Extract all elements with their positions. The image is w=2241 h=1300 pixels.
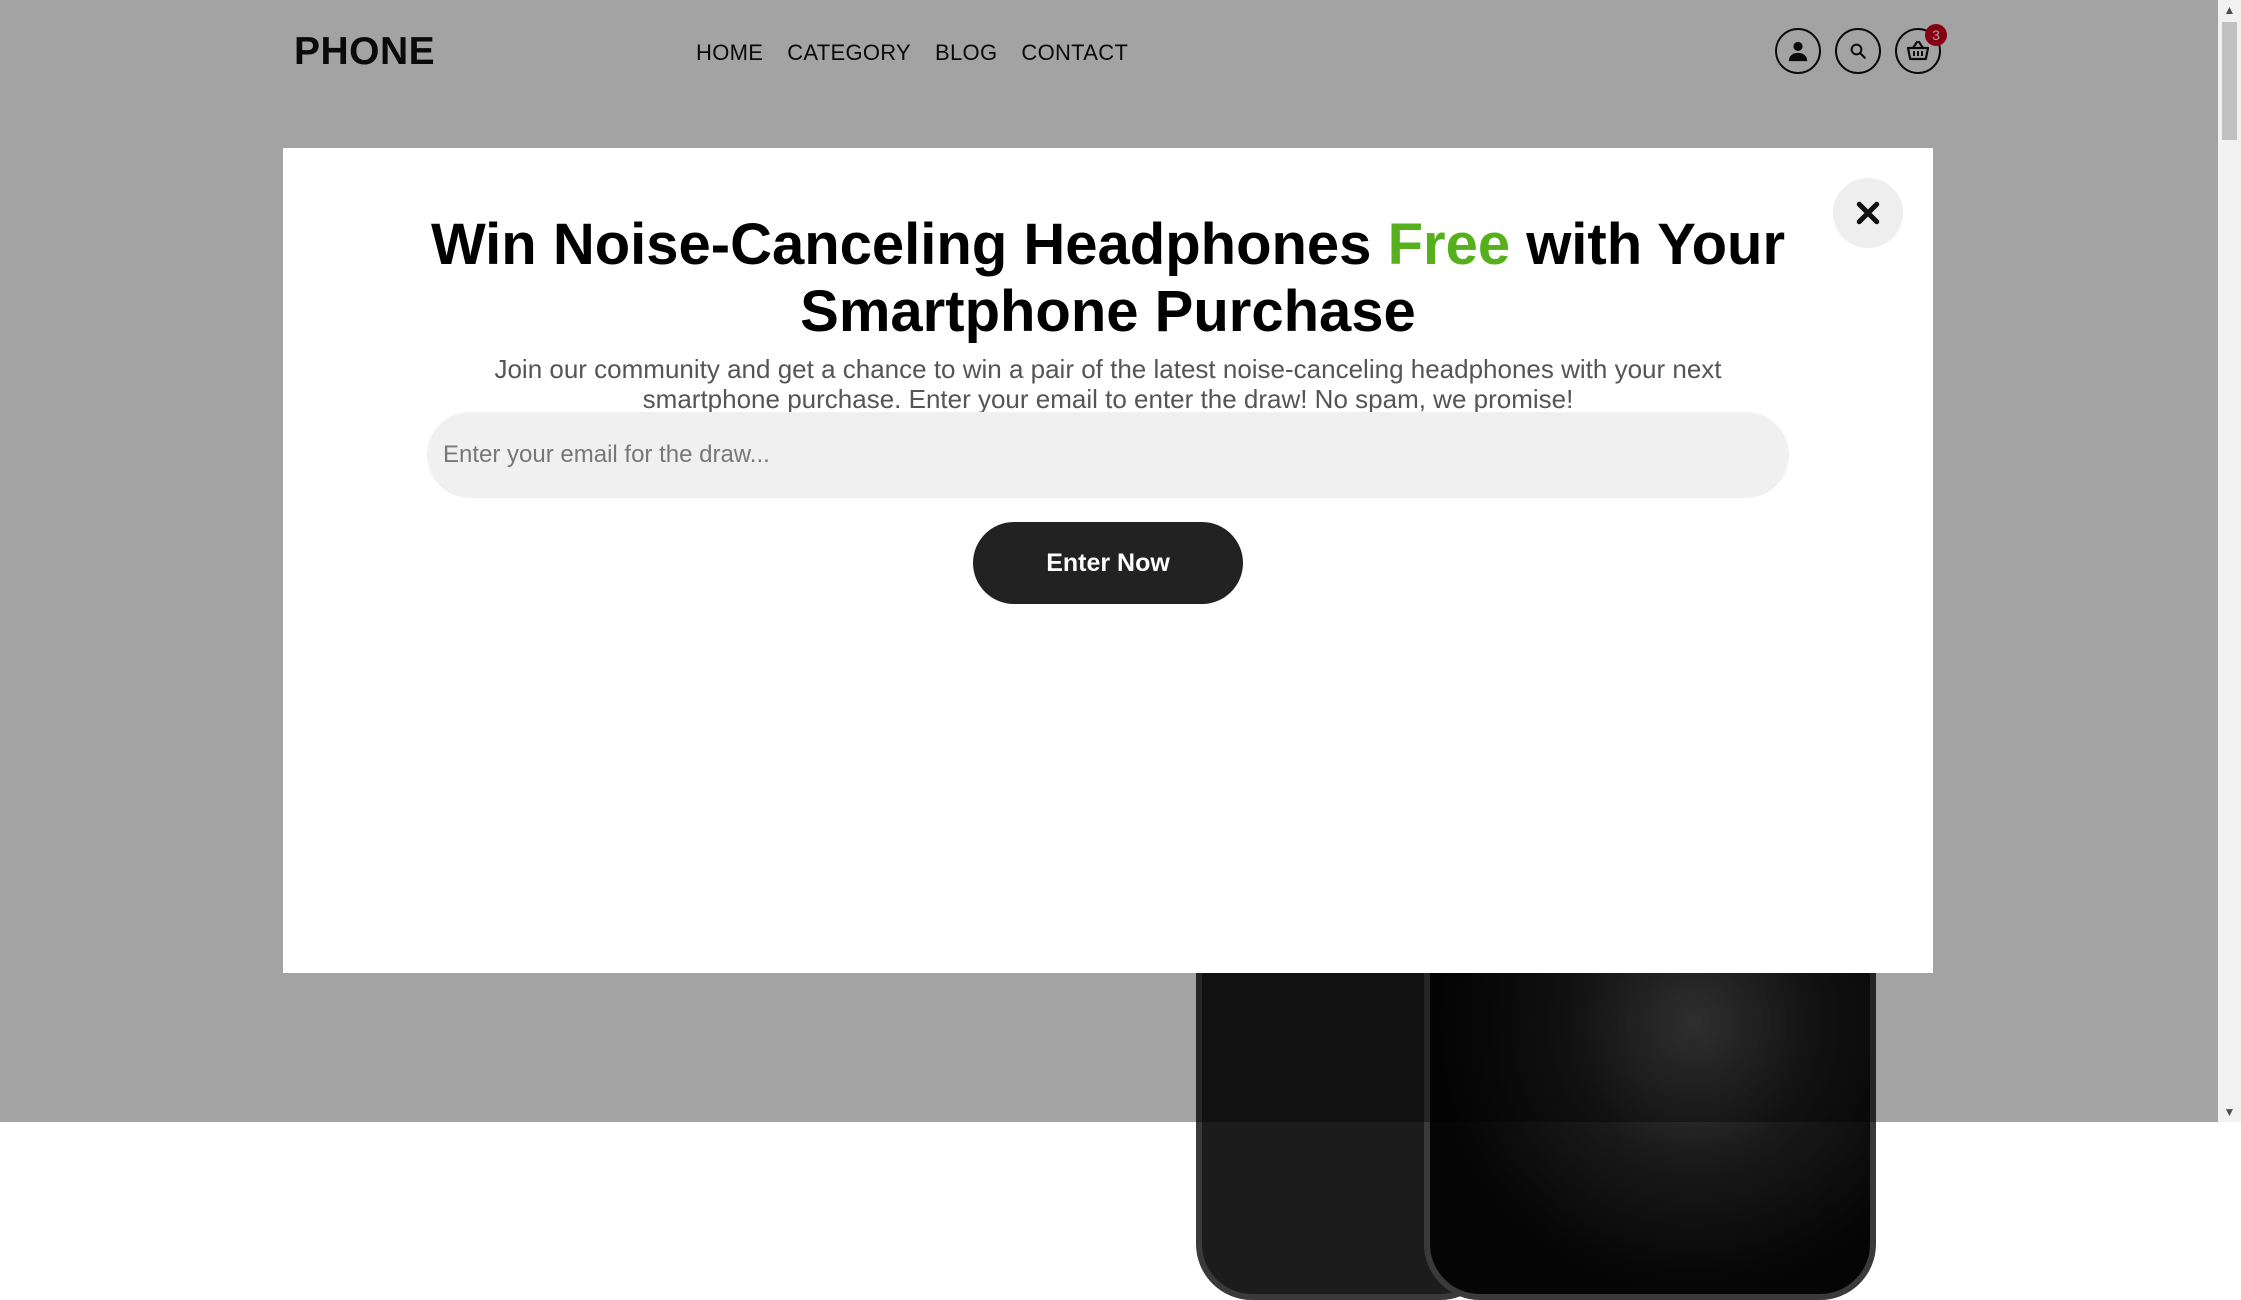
giveaway-popup: Win Noise-Canceling Headphones Free with… [283,148,1933,973]
headline-accent: Free [1387,211,1511,277]
popup-description: Join our community and get a chance to w… [494,354,1722,414]
enter-now-button[interactable]: Enter Now [973,522,1243,604]
scroll-thumb[interactable] [2222,22,2237,140]
scroll-down-arrow-icon[interactable]: ▼ [2218,1102,2241,1122]
headline-text-1: Win Noise-Canceling Headphones [430,211,1388,277]
scroll-up-arrow-icon[interactable]: ▲ [2218,0,2241,20]
page-scrollbar[interactable]: ▲ ▼ [2218,0,2241,1122]
email-field[interactable] [427,412,1789,498]
popup-headline: Win Noise-Canceling Headphones Free with… [283,211,1933,345]
